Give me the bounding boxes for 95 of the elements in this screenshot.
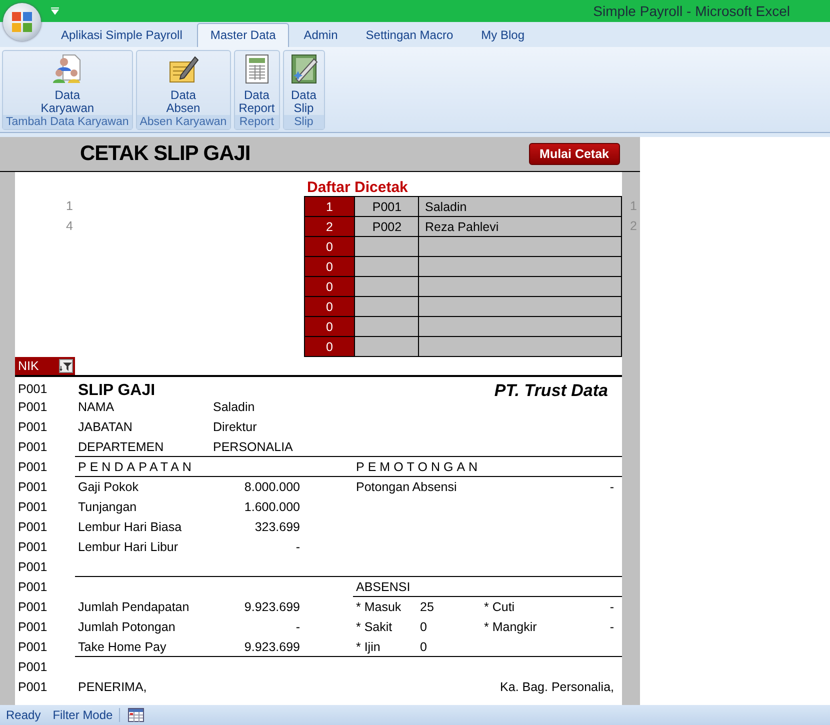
nik-cell: P001 <box>18 420 48 434</box>
group-label: Slip <box>284 115 324 129</box>
field-label: DEPARTEMEN <box>77 440 165 454</box>
ribbon-tab[interactable]: My Blog <box>468 23 538 47</box>
nik-cell: P001 <box>18 580 48 594</box>
attendance-value: 0 <box>419 640 428 654</box>
field-label: JABATAN <box>77 420 134 434</box>
total-label: Take Home Pay <box>77 640 168 654</box>
row-note: 4 <box>66 219 73 233</box>
item-amount: - <box>610 480 615 494</box>
field-value: Saladin <box>212 400 256 414</box>
section-heading: PENDAPATAN <box>77 460 196 474</box>
nik-cell: P001 <box>18 382 48 396</box>
number-cell: 2 <box>305 217 355 237</box>
section-heading: PEMOTONGAN <box>355 460 482 474</box>
attendance-value: - <box>610 620 615 634</box>
company-name: PT. Trust Data <box>494 381 609 401</box>
status-text: Filter Mode <box>46 708 120 722</box>
number-cell: 0 <box>305 257 355 277</box>
item-label: Lembur Hari Biasa <box>77 520 183 534</box>
group-label: Tambah Data Karyawan <box>3 115 132 129</box>
attendance-label: * Sakit <box>355 620 392 634</box>
ribbon-button[interactable]: Data Absen <box>136 51 230 115</box>
ribbon-button[interactable]: Data Karyawan <box>3 51 132 115</box>
ribbon-button[interactable]: Data Report <box>234 51 279 115</box>
item-amount: 8.000.000 <box>244 480 300 494</box>
window-title: Simple Payroll - Microsoft Excel <box>593 3 790 19</box>
filter-icon[interactable] <box>59 359 73 373</box>
office-button[interactable] <box>3 3 41 41</box>
nik-cell: P001 <box>18 460 48 474</box>
total-label: Jumlah Potongan <box>77 620 176 634</box>
nik-cell: P001 <box>18 500 48 514</box>
office-logo-icon <box>10 10 34 34</box>
ribbon-tab[interactable]: Master Data <box>197 23 289 47</box>
attendance-value: - <box>610 600 615 614</box>
attendance-value: 25 <box>419 600 435 614</box>
signature-label: Ka. Bag. Personalia, <box>500 680 615 694</box>
number-cell: 0 <box>305 277 355 297</box>
nik-cell: P001 <box>18 640 48 654</box>
ribbon-tab[interactable]: Admin <box>290 23 351 47</box>
print-button[interactable]: Mulai Cetak <box>528 143 620 165</box>
dropdown-arrow-icon[interactable] <box>51 7 59 15</box>
row-note: 1 <box>66 199 73 213</box>
group-label: Absen Karyawan <box>136 115 230 129</box>
column-header: NIK <box>18 359 39 373</box>
field-value: PERSONALIA <box>212 440 294 454</box>
total-label: Jumlah Pendapatan <box>77 600 190 614</box>
item-amount: - <box>296 540 300 554</box>
nik-cell: P001 <box>18 440 48 454</box>
number-cell: 0 <box>305 237 355 257</box>
table-cell: P002 <box>372 220 402 234</box>
attendance-label: * Cuti <box>483 600 516 614</box>
section-heading: ABSENSI <box>355 580 410 594</box>
item-label: Potongan Absensi <box>355 480 457 494</box>
nik-cell: P001 <box>18 620 48 634</box>
nik-cell: P001 <box>18 520 48 534</box>
ribbon-button[interactable]: Data Slip <box>284 51 324 115</box>
sheet-title: CETAK SLIP GAJI <box>80 142 250 166</box>
item-amount: 1.600.000 <box>244 500 300 514</box>
group-label: Report <box>234 115 279 129</box>
total-amount: - <box>296 620 300 634</box>
total-amount: 9.923.699 <box>244 640 300 654</box>
attendance-label: * Masuk <box>355 600 402 614</box>
number-cell: 0 <box>305 337 355 357</box>
signature-label: PENERIMA, <box>77 680 148 694</box>
total-amount: 9.923.699 <box>244 600 300 614</box>
list-title: Daftar Dicetak <box>306 178 408 196</box>
number-cell: 0 <box>305 317 355 337</box>
item-amount: 323.699 <box>254 520 300 534</box>
item-label: Lembur Hari Libur <box>77 540 180 554</box>
item-label: Tunjangan <box>77 500 138 514</box>
nik-cell: P001 <box>18 400 48 414</box>
ribbon-tab[interactable]: Settingan Macro <box>352 23 466 47</box>
nik-cell: P001 <box>18 680 48 694</box>
status-text: Ready <box>5 708 42 722</box>
nik-cell: P001 <box>18 480 48 494</box>
sheet-icon[interactable] <box>128 708 144 722</box>
field-label: NAMA <box>77 400 116 414</box>
ribbon-tab[interactable]: Aplikasi Simple Payroll <box>48 23 196 47</box>
number-cell: 0 <box>305 297 355 317</box>
people-icon <box>51 53 84 85</box>
table-cell: P001 <box>372 200 402 214</box>
table-cell-text: Saladin <box>424 200 467 214</box>
field-value: Direktur <box>212 420 258 434</box>
table-cell-text: Reza Pahlevi <box>424 220 499 234</box>
attendance-label: * Ijin <box>355 640 380 654</box>
slip-title: SLIP GAJI <box>77 382 156 400</box>
nik-cell: P001 <box>18 660 48 674</box>
attendance-value: 0 <box>419 620 428 634</box>
attendance-label: * Mangkir <box>483 620 538 634</box>
item-label: Gaji Pokok <box>77 480 140 494</box>
nik-cell: P001 <box>18 560 48 574</box>
number-cell: 1 <box>305 197 355 217</box>
nik-cell: P001 <box>18 600 48 614</box>
nik-cell: P001 <box>18 540 48 554</box>
